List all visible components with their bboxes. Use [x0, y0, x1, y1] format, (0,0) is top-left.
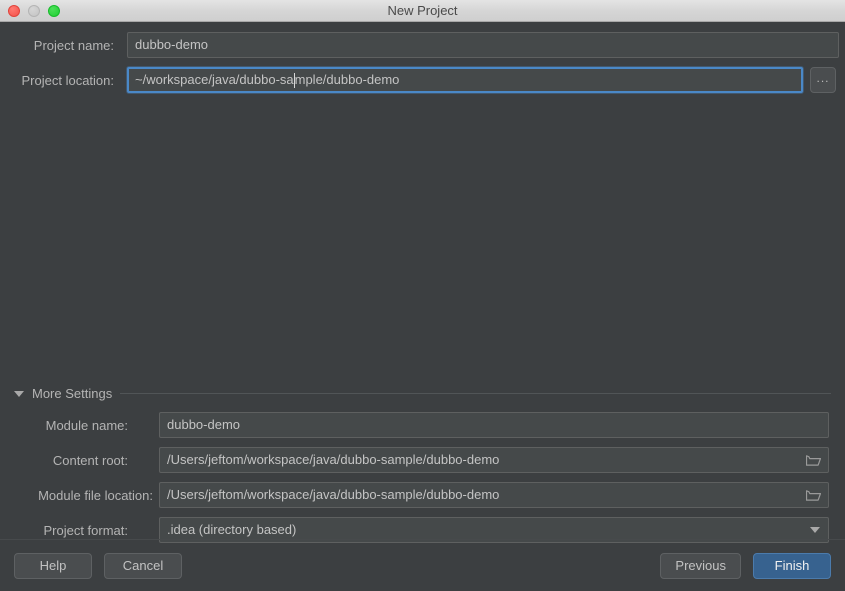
- dialog-body: Project name: dubbo-demo Project locatio…: [0, 22, 845, 539]
- module-file-location-label: Module file location:: [8, 488, 153, 503]
- project-location-label: Project location:: [10, 73, 114, 88]
- more-settings-label: More Settings: [32, 386, 112, 401]
- cancel-button[interactable]: Cancel: [104, 553, 182, 579]
- window-title: New Project: [0, 0, 845, 22]
- module-name-label: Module name:: [8, 418, 128, 433]
- content-root-row: Content root: /Users/jeftom/workspace/ja…: [0, 447, 845, 473]
- close-window-icon[interactable]: [8, 5, 20, 17]
- module-name-input[interactable]: dubbo-demo: [159, 412, 829, 438]
- module-file-location-input[interactable]: /Users/jeftom/workspace/java/dubbo-sampl…: [159, 482, 829, 508]
- folder-icon[interactable]: [806, 489, 821, 502]
- content-root-value: /Users/jeftom/workspace/java/dubbo-sampl…: [167, 448, 499, 472]
- module-file-location-row: Module file location: /Users/jeftom/work…: [0, 482, 845, 508]
- project-name-value: dubbo-demo: [135, 33, 208, 57]
- dialog-footer: Help Cancel Previous Finish: [0, 539, 845, 591]
- project-format-label: Project format:: [8, 523, 128, 538]
- chevron-down-icon[interactable]: [14, 391, 24, 397]
- previous-button[interactable]: Previous: [660, 553, 741, 579]
- project-name-input[interactable]: dubbo-demo: [127, 32, 839, 58]
- module-name-row: Module name: dubbo-demo: [0, 412, 845, 438]
- project-location-value-after-caret: mple/dubbo-demo: [295, 68, 400, 92]
- module-name-value: dubbo-demo: [167, 413, 240, 437]
- content-root-input[interactable]: /Users/jeftom/workspace/java/dubbo-sampl…: [159, 447, 829, 473]
- module-file-location-value: /Users/jeftom/workspace/java/dubbo-sampl…: [167, 483, 499, 507]
- section-separator: [120, 393, 831, 394]
- chevron-down-icon[interactable]: [810, 527, 820, 533]
- project-location-input[interactable]: ~/workspace/java/dubbo-sample/dubbo-demo: [127, 67, 803, 93]
- folder-icon[interactable]: [806, 454, 821, 467]
- project-location-row: Project location: ~/workspace/java/dubbo…: [0, 67, 845, 93]
- more-settings-header[interactable]: More Settings: [14, 386, 831, 401]
- traffic-light-group: [0, 5, 60, 17]
- window-titlebar: New Project: [0, 0, 845, 22]
- project-location-value-before-caret: ~/workspace/java/dubbo-sa: [135, 68, 294, 92]
- finish-button[interactable]: Finish: [753, 553, 831, 579]
- project-name-row: Project name: dubbo-demo: [0, 32, 845, 58]
- new-project-dialog: New Project Project name: dubbo-demo Pro…: [0, 0, 845, 591]
- content-root-label: Content root:: [8, 453, 128, 468]
- project-name-label: Project name:: [10, 38, 114, 53]
- footer-left-buttons: Help Cancel: [14, 553, 182, 579]
- help-button[interactable]: Help: [14, 553, 92, 579]
- footer-right-buttons: Previous Finish: [660, 553, 831, 579]
- project-location-browse-button[interactable]: ...: [810, 67, 836, 93]
- minimize-window-icon[interactable]: [28, 5, 40, 17]
- zoom-window-icon[interactable]: [48, 5, 60, 17]
